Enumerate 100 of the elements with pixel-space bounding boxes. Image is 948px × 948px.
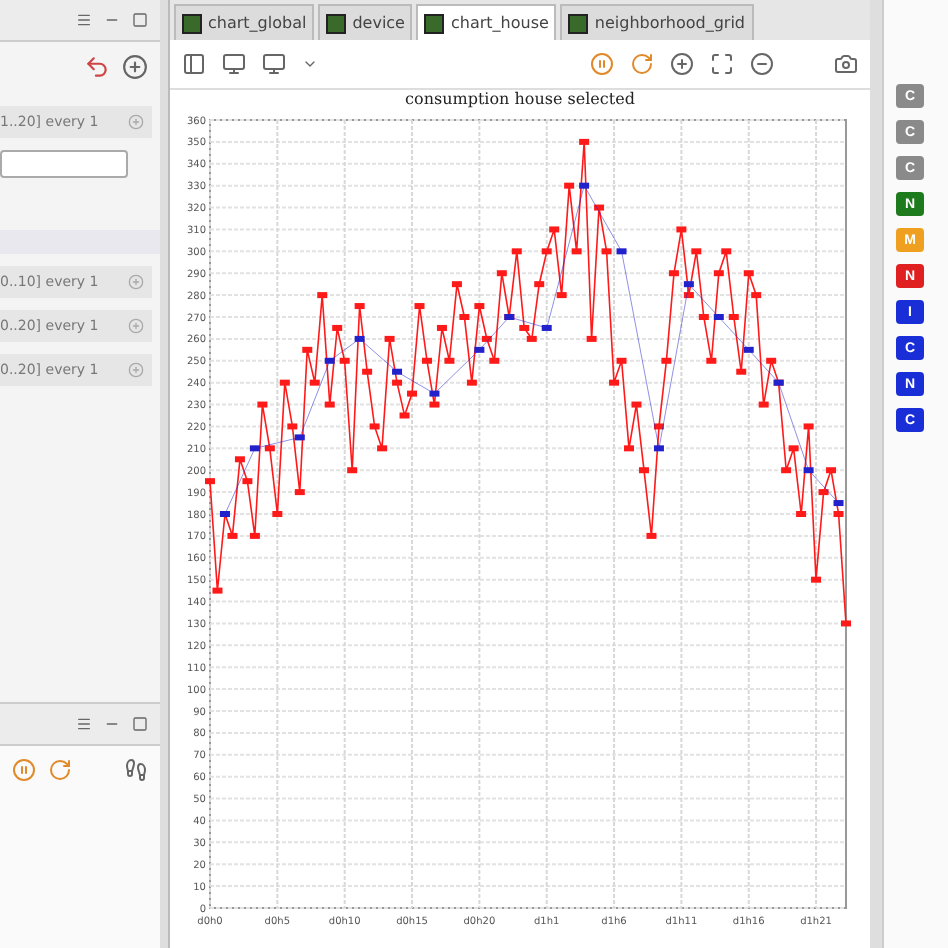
reload-icon[interactable] — [630, 52, 654, 76]
data-point — [242, 478, 253, 485]
maximize-icon[interactable] — [132, 716, 148, 732]
zoom-in-icon[interactable] — [670, 52, 694, 76]
data-point — [407, 390, 417, 397]
data-point — [212, 587, 223, 594]
data-point — [661, 357, 672, 364]
data-point — [698, 314, 709, 320]
data-point — [392, 368, 403, 375]
data-point — [444, 357, 455, 364]
data-point — [227, 532, 238, 539]
data-point — [354, 303, 365, 310]
data-point — [594, 204, 605, 211]
maximize-icon[interactable] — [132, 12, 148, 28]
data-point — [781, 467, 792, 474]
data-point — [429, 390, 440, 397]
data-point — [474, 346, 485, 353]
fit-icon[interactable] — [710, 52, 734, 76]
data-point — [399, 412, 410, 419]
data-point — [429, 401, 440, 408]
data-point — [571, 248, 582, 255]
data-point — [489, 357, 500, 364]
data-point — [653, 445, 664, 452]
data-point — [422, 357, 432, 364]
data-point — [653, 423, 664, 430]
data-point — [317, 292, 328, 299]
data-point — [511, 248, 522, 255]
data-point — [362, 368, 373, 375]
tab[interactable]: chart_house — [416, 4, 557, 40]
data-point — [676, 226, 687, 233]
data-point — [683, 292, 694, 299]
data-point — [713, 270, 724, 277]
data-point — [668, 270, 679, 277]
data-point — [564, 182, 575, 189]
data-point — [279, 379, 290, 386]
data-point — [436, 324, 447, 331]
data-point — [272, 511, 283, 517]
pause-icon[interactable] — [590, 52, 614, 76]
data-point — [803, 467, 814, 474]
data-point — [264, 445, 275, 452]
data-point — [414, 303, 425, 310]
data-point — [294, 434, 305, 441]
data-point — [624, 445, 634, 452]
tab[interactable]: device — [318, 4, 413, 40]
data-point — [788, 445, 799, 452]
tab[interactable]: chart_global — [174, 4, 315, 40]
menu-icon[interactable] — [76, 12, 92, 28]
data-point — [758, 401, 769, 408]
data-point — [481, 335, 492, 342]
data-point — [579, 182, 590, 189]
data-point — [384, 335, 395, 342]
data-point — [728, 314, 739, 320]
data-point — [541, 248, 552, 255]
data-point — [616, 248, 627, 255]
data-point — [579, 138, 590, 145]
chart-title: consumption house selected — [403, 90, 637, 112]
pause-icon[interactable] — [12, 758, 36, 782]
data-point — [721, 248, 732, 255]
data-point — [751, 292, 762, 299]
data-point — [249, 445, 260, 452]
data-point — [496, 270, 507, 277]
input-field[interactable] — [0, 150, 128, 178]
data-point — [369, 423, 380, 430]
data-point — [616, 357, 627, 364]
data-point — [841, 620, 851, 627]
data-point — [302, 346, 313, 353]
tab[interactable]: neighborhood_grid — [560, 4, 753, 40]
data-point — [811, 576, 822, 583]
data-point — [743, 346, 754, 353]
data-point — [234, 456, 245, 463]
data-point — [526, 335, 537, 342]
data-point — [324, 357, 335, 364]
data-point — [392, 379, 403, 386]
caret-icon[interactable] — [302, 56, 318, 72]
menu-icon[interactable] — [76, 716, 92, 732]
undo-icon[interactable] — [84, 53, 110, 79]
data-point — [736, 368, 747, 375]
data-point — [833, 500, 844, 507]
data-point — [339, 357, 350, 364]
data-point — [796, 511, 807, 517]
add-icon[interactable] — [122, 53, 148, 79]
data-point — [257, 401, 268, 408]
data-point — [803, 423, 814, 430]
data-point — [332, 324, 343, 331]
data-point — [713, 314, 724, 320]
display-icon[interactable] — [262, 52, 286, 76]
data-point — [474, 303, 485, 310]
camera-icon[interactable] — [834, 52, 858, 76]
monitor-icon[interactable] — [222, 52, 246, 76]
data-point — [459, 314, 470, 320]
reload-icon[interactable] — [48, 758, 72, 782]
panel-icon[interactable] — [182, 52, 206, 76]
data-point — [818, 489, 829, 496]
data-point — [534, 281, 545, 288]
data-point — [601, 248, 612, 255]
data-point — [631, 401, 642, 408]
data-point — [466, 379, 477, 386]
zoom-out-icon[interactable] — [750, 52, 774, 76]
data-point — [706, 357, 717, 364]
data-point — [294, 489, 305, 496]
